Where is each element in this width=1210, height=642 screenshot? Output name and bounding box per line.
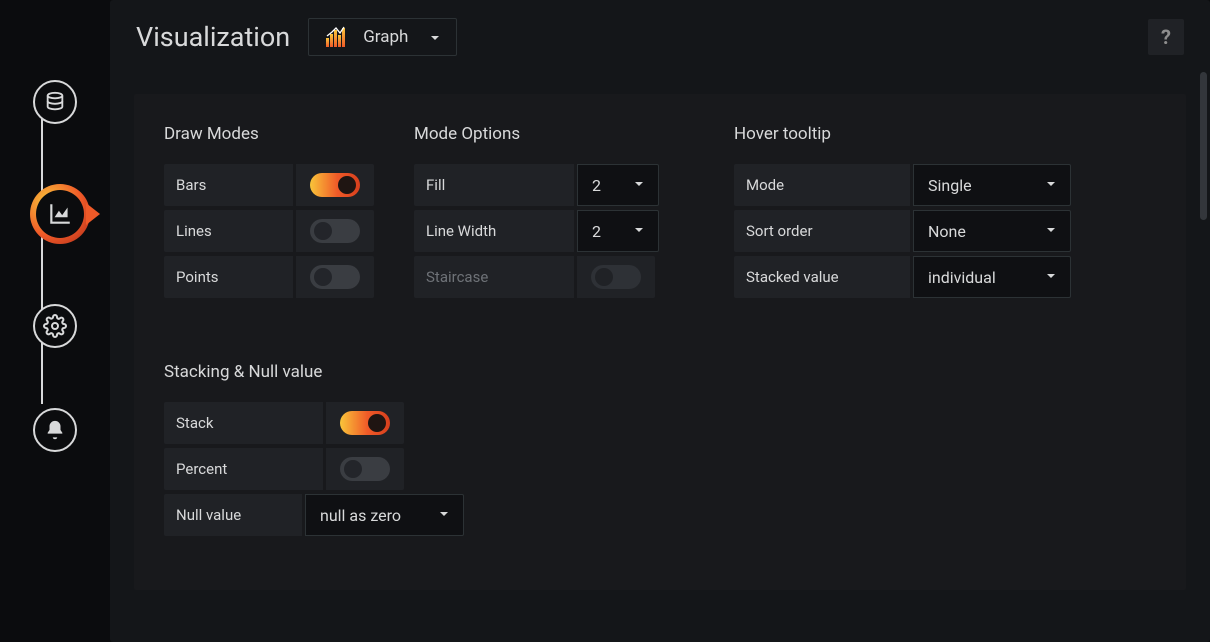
row-bars: Bars [164,164,374,206]
row-percent: Percent [164,448,404,490]
scrollbar-thumb[interactable] [1200,72,1207,220]
chart-area-icon [47,201,73,227]
nav-connector-line [41,108,43,404]
label-hover-mode: Mode [734,164,910,206]
visualization-type-label: Graph [363,27,408,47]
label-percent: Percent [164,448,323,490]
select-value: Single [928,176,972,195]
nav-visualization[interactable] [30,184,90,244]
nav-general[interactable] [33,304,77,348]
chevron-down-icon [634,225,644,238]
section-title: Stacking & Null value [164,362,464,382]
toggle-bars[interactable] [310,173,360,197]
label-null-value: Null value [164,494,302,536]
chevron-down-icon [439,509,449,522]
label-stacked-value: Stacked value [734,256,910,298]
nav-queries[interactable] [33,80,77,124]
section-mode-options: Mode Options Fill 2 Line Width 2 Stairca… [394,124,714,302]
panel-header: Visualization Graph ? [110,0,1210,66]
toggle-wrapper [326,402,404,444]
nav-alert[interactable] [33,408,77,452]
row-line-width: Line Width 2 [414,210,694,252]
select-hover-mode[interactable]: Single [913,164,1071,206]
label-staircase: Staircase [414,256,574,298]
label-sort-order: Sort order [734,210,910,252]
toggle-wrapper [326,448,404,490]
gear-icon [43,314,67,338]
select-line-width[interactable]: 2 [577,210,659,252]
toggle-points[interactable] [310,265,360,289]
label-line-width: Line Width [414,210,574,252]
chevron-down-icon [1046,271,1056,284]
select-value: 2 [592,176,601,195]
select-value: None [928,222,966,241]
toggle-wrapper [577,256,655,298]
editor-sidebar [0,0,110,642]
toggle-stack[interactable] [340,411,390,435]
select-value: individual [928,268,996,287]
question-icon: ? [1161,25,1171,49]
help-button[interactable]: ? [1148,19,1184,55]
select-stacked-value[interactable]: individual [913,256,1071,298]
visualization-type-select[interactable]: Graph [308,18,457,56]
section-title: Mode Options [414,124,694,144]
row-lines: Lines [164,210,374,252]
toggle-lines[interactable] [310,219,360,243]
toggle-wrapper [296,164,374,206]
row-points: Points [164,256,374,298]
select-sort-order[interactable]: None [913,210,1071,252]
row-staircase: Staircase [414,256,694,298]
label-lines: Lines [164,210,293,252]
chevron-down-icon [1046,225,1056,238]
row-hover-mode: Mode Single [734,164,1054,206]
bell-icon [44,419,66,441]
database-icon [44,91,66,113]
section-draw-modes: Draw Modes Bars Lines Points [144,124,394,302]
row-fill: Fill 2 [414,164,694,206]
toggle-wrapper [296,256,374,298]
chevron-down-icon [1046,179,1056,192]
toggle-staircase [591,265,641,289]
label-points: Points [164,256,293,298]
toggle-percent[interactable] [340,457,390,481]
section-title: Hover tooltip [734,124,1054,144]
options-container: Draw Modes Bars Lines Points [134,94,1186,590]
select-value: 2 [592,222,601,241]
chevron-down-icon [634,179,644,192]
section-stacking-null: Stacking & Null value Stack Percent Null… [144,362,484,540]
row-null-value: Null value null as zero [164,494,464,536]
graph-logo-icon [325,26,349,48]
select-value: null as zero [320,506,401,525]
row-stack: Stack [164,402,404,444]
section-hover-tooltip: Hover tooltip Mode Single Sort order Non… [714,124,1074,302]
chevron-down-icon [430,28,440,47]
toggle-wrapper [296,210,374,252]
visualization-panel: Visualization Graph ? [110,0,1210,642]
label-bars: Bars [164,164,293,206]
row-stacked-value: Stacked value individual [734,256,1054,298]
row-sort-order: Sort order None [734,210,1054,252]
select-null-value[interactable]: null as zero [305,494,464,536]
label-stack: Stack [164,402,323,444]
section-title: Draw Modes [164,124,374,144]
select-fill[interactable]: 2 [577,164,659,206]
label-fill: Fill [414,164,574,206]
panel-title: Visualization [136,21,290,53]
